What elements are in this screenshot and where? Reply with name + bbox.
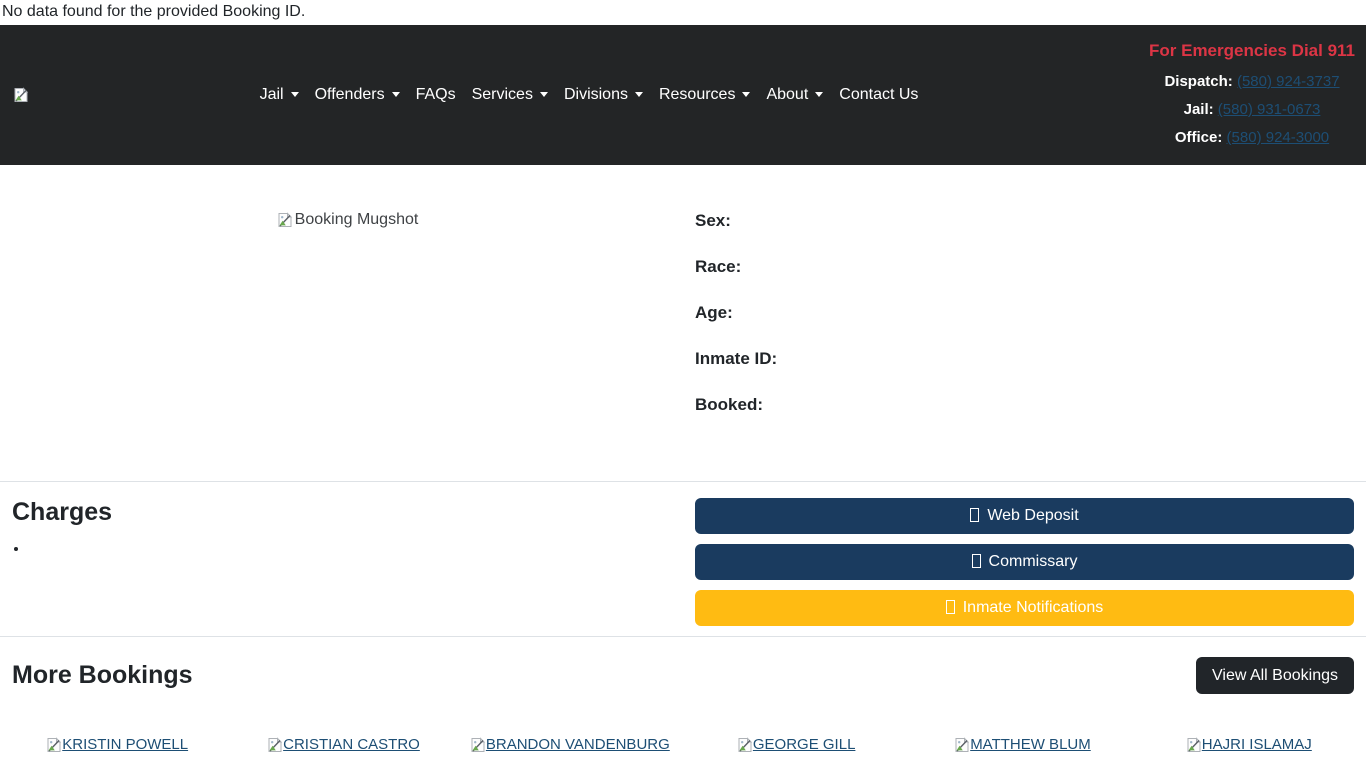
- booking-link[interactable]: HAJRI ISLAMAJ: [1186, 736, 1312, 753]
- view-all-bookings-button[interactable]: View All Bookings: [1196, 657, 1354, 694]
- commissary-label: Commissary: [989, 553, 1078, 570]
- booking-fields: Sex: Race: Age: Inmate ID: Booked:: [683, 211, 1354, 441]
- booking-card: MATTHEW BLUM MATTHEW BLUM: [909, 736, 1135, 768]
- booking-link[interactable]: MATTHEW BLUM: [954, 736, 1091, 753]
- booking-link-label: MATTHEW BLUM: [970, 736, 1091, 753]
- booking-detail-section: Booking Mugshot Sex: Race: Age: Inmate I…: [0, 165, 1366, 441]
- charges-title: Charges: [12, 498, 683, 527]
- field-inmate-id: Inmate ID:: [695, 349, 1354, 368]
- mugshot-broken-image: Booking Mugshot: [277, 211, 419, 229]
- jail-phone-link[interactable]: (580) 931-0673: [1218, 101, 1321, 118]
- booking-link-label: KRISTIN POWELL: [62, 736, 188, 753]
- booking-link-label: CRISTIAN CASTRO: [283, 736, 420, 753]
- booking-link-label: GEORGE GILL: [753, 736, 856, 753]
- booking-page: No data found for the provided Booking I…: [0, 0, 1366, 768]
- nav-item-resources[interactable]: Resources: [651, 86, 758, 104]
- nav-item-contact-us[interactable]: Contact Us: [831, 86, 926, 104]
- charges-section: Charges Web Deposit Commissary Inmate No…: [0, 482, 1366, 636]
- chevron-down-icon: [635, 92, 643, 97]
- nav-item-label: About: [766, 86, 808, 103]
- office-phone-link[interactable]: (580) 924-3000: [1227, 129, 1330, 146]
- main-content: Booking Mugshot Sex: Race: Age: Inmate I…: [0, 165, 1366, 768]
- contact-block: For Emergencies Dial 911 Dispatch: (580)…: [1149, 38, 1355, 152]
- mugshot-column: Booking Mugshot: [12, 211, 683, 441]
- nav-item-divisions[interactable]: Divisions: [556, 86, 651, 104]
- booking-card: GEORGE GILL GEORGE GILL: [683, 736, 909, 768]
- broken-image-icon: [954, 737, 970, 753]
- booking-card: KRISTIN POWELL KRISTIN POWELL: [4, 736, 230, 768]
- broken-image-icon: [267, 737, 283, 753]
- commissary-button[interactable]: Commissary: [695, 544, 1354, 580]
- actions-column: Web Deposit Commissary Inmate Notificati…: [683, 498, 1354, 636]
- missing-glyph-icon: [970, 508, 979, 522]
- web-deposit-label: Web Deposit: [987, 507, 1078, 524]
- broken-image-icon: [46, 737, 62, 753]
- office-line: Office: (580) 924-3000: [1149, 124, 1355, 152]
- chevron-down-icon: [291, 92, 299, 97]
- charges-list: [12, 540, 683, 557]
- dispatch-label: Dispatch:: [1164, 73, 1232, 90]
- main-nav: Jail Offenders FAQs Services Divisions R…: [29, 86, 1149, 104]
- broken-image-icon: [277, 212, 293, 228]
- nav-item-label: FAQs: [416, 86, 456, 103]
- nav-item-label: Services: [472, 86, 533, 103]
- missing-glyph-icon: [972, 554, 981, 568]
- nav-item-faqs[interactable]: FAQs: [408, 86, 464, 104]
- booking-link[interactable]: BRANDON VANDENBURG: [470, 736, 670, 753]
- missing-glyph-icon: [946, 600, 955, 614]
- booking-card: BRANDON VANDENBURG BRANDON VANDENBURG: [457, 736, 683, 768]
- nav-item-label: Resources: [659, 86, 735, 103]
- booking-link[interactable]: GEORGE GILL: [737, 736, 856, 753]
- mugshot-alt-text: Booking Mugshot: [295, 211, 419, 229]
- jail-line: Jail: (580) 931-0673: [1149, 96, 1355, 124]
- booking-link[interactable]: KRISTIN POWELL: [46, 736, 188, 753]
- booking-link-label: BRANDON VANDENBURG: [486, 736, 670, 753]
- status-message: No data found for the provided Booking I…: [0, 0, 1366, 25]
- more-bookings-list: KRISTIN POWELL KRISTIN POWELL CRISTIAN C…: [0, 736, 1366, 768]
- nav-item-jail[interactable]: Jail: [252, 86, 307, 104]
- charges-column: Charges: [12, 498, 683, 636]
- dispatch-phone-link[interactable]: (580) 924-3737: [1237, 73, 1340, 90]
- nav-item-label: Offenders: [315, 86, 385, 103]
- inmate-notifications-button[interactable]: Inmate Notifications: [695, 590, 1354, 626]
- emergency-text: For Emergencies Dial 911: [1149, 40, 1355, 62]
- chevron-down-icon: [392, 92, 400, 97]
- jail-label: Jail:: [1184, 101, 1214, 118]
- more-bookings-header: More Bookings View All Bookings: [0, 637, 1366, 694]
- navbar: Jail Offenders FAQs Services Divisions R…: [0, 25, 1366, 165]
- office-label: Office:: [1175, 129, 1223, 146]
- charge-item: [29, 540, 683, 557]
- nav-item-services[interactable]: Services: [464, 86, 556, 104]
- nav-item-label: Contact Us: [839, 86, 918, 103]
- inmate-notifications-label: Inmate Notifications: [963, 599, 1104, 616]
- nav-item-label: Jail: [260, 86, 284, 103]
- chevron-down-icon: [742, 92, 750, 97]
- chevron-down-icon: [540, 92, 548, 97]
- broken-image-icon: [470, 737, 486, 753]
- nav-item-about[interactable]: About: [758, 86, 831, 104]
- dispatch-line: Dispatch: (580) 924-3737: [1149, 68, 1355, 96]
- web-deposit-button[interactable]: Web Deposit: [695, 498, 1354, 534]
- logo-broken-image-icon[interactable]: [13, 87, 29, 103]
- field-age: Age:: [695, 303, 1354, 322]
- booking-link-label: HAJRI ISLAMAJ: [1202, 736, 1312, 753]
- booking-card: HAJRI ISLAMAJ HAJRI ISLAMAJ: [1136, 736, 1362, 768]
- nav-item-offenders[interactable]: Offenders: [307, 86, 408, 104]
- booking-card: CRISTIAN CASTRO CRISTIAN CASTRO: [230, 736, 456, 768]
- more-bookings-title: More Bookings: [12, 661, 193, 690]
- broken-image-icon: [1186, 737, 1202, 753]
- booking-link[interactable]: CRISTIAN CASTRO: [267, 736, 420, 753]
- field-booked: Booked:: [695, 395, 1354, 414]
- broken-image-icon: [737, 737, 753, 753]
- nav-item-label: Divisions: [564, 86, 628, 103]
- field-race: Race:: [695, 257, 1354, 276]
- field-sex: Sex:: [695, 211, 1354, 230]
- chevron-down-icon: [815, 92, 823, 97]
